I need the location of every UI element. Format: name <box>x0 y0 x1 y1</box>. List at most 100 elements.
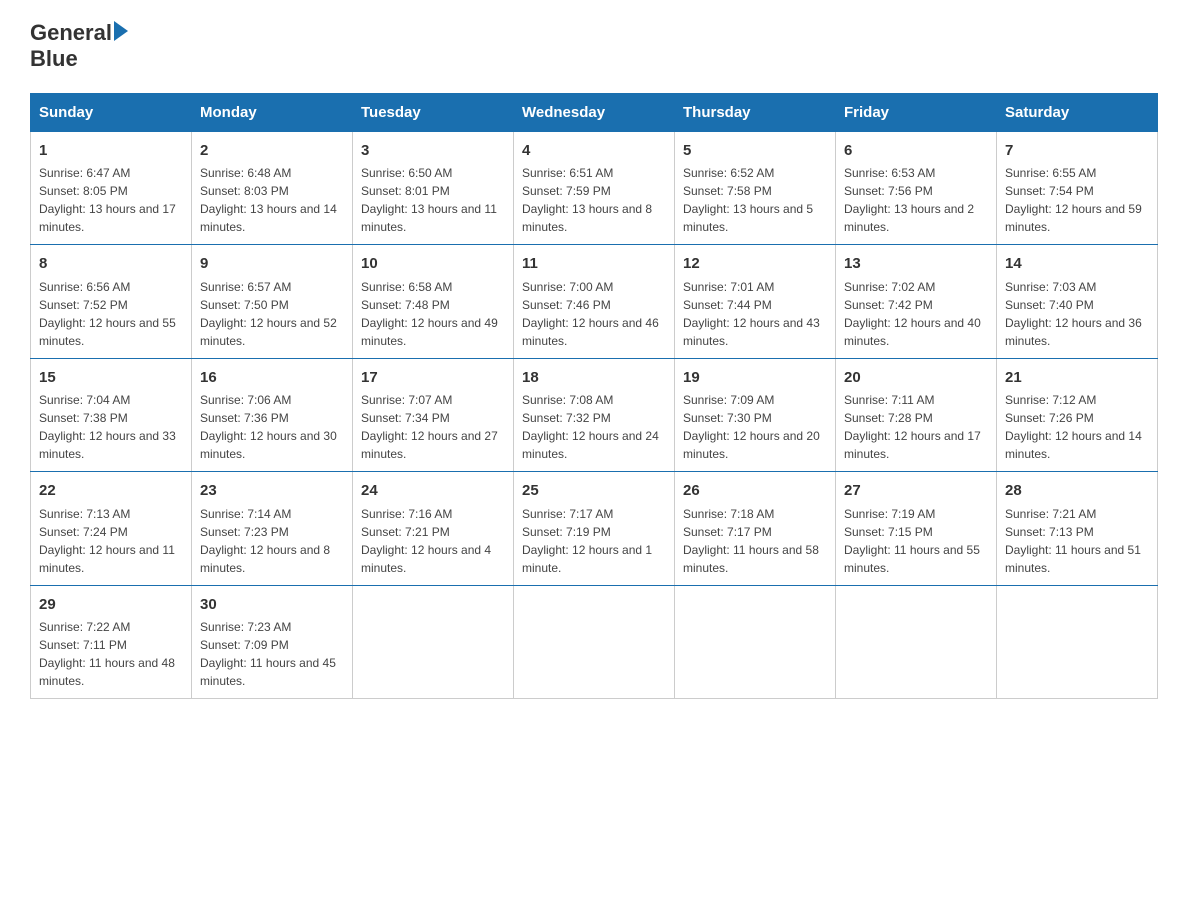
calendar-cell: 26Sunrise: 7:18 AMSunset: 7:17 PMDayligh… <box>675 472 836 586</box>
calendar-cell: 19Sunrise: 7:09 AMSunset: 7:30 PMDayligh… <box>675 358 836 472</box>
calendar-week-row: 22Sunrise: 7:13 AMSunset: 7:24 PMDayligh… <box>31 472 1158 586</box>
calendar-cell: 11Sunrise: 7:00 AMSunset: 7:46 PMDayligh… <box>514 245 675 359</box>
calendar-cell: 27Sunrise: 7:19 AMSunset: 7:15 PMDayligh… <box>836 472 997 586</box>
day-info: Sunrise: 7:08 AMSunset: 7:32 PMDaylight:… <box>522 391 666 463</box>
calendar-week-row: 8Sunrise: 6:56 AMSunset: 7:52 PMDaylight… <box>31 245 1158 359</box>
calendar-cell <box>675 585 836 699</box>
calendar-cell: 21Sunrise: 7:12 AMSunset: 7:26 PMDayligh… <box>997 358 1158 472</box>
day-number: 5 <box>683 140 827 163</box>
day-info: Sunrise: 7:14 AMSunset: 7:23 PMDaylight:… <box>200 505 344 577</box>
day-info: Sunrise: 6:55 AMSunset: 7:54 PMDaylight:… <box>1005 164 1149 236</box>
col-header-monday: Monday <box>192 93 353 131</box>
day-info: Sunrise: 7:11 AMSunset: 7:28 PMDaylight:… <box>844 391 988 463</box>
logo-text-general: General <box>30 20 112 46</box>
day-info: Sunrise: 7:02 AMSunset: 7:42 PMDaylight:… <box>844 278 988 350</box>
logo-text-blue: Blue <box>30 46 128 72</box>
page-header: General Blue <box>30 20 1158 73</box>
day-info: Sunrise: 6:56 AMSunset: 7:52 PMDaylight:… <box>39 278 183 350</box>
day-info: Sunrise: 7:21 AMSunset: 7:13 PMDaylight:… <box>1005 505 1149 577</box>
day-info: Sunrise: 7:04 AMSunset: 7:38 PMDaylight:… <box>39 391 183 463</box>
calendar-cell: 5Sunrise: 6:52 AMSunset: 7:58 PMDaylight… <box>675 131 836 245</box>
day-info: Sunrise: 7:23 AMSunset: 7:09 PMDaylight:… <box>200 618 344 690</box>
day-number: 2 <box>200 140 344 163</box>
day-info: Sunrise: 7:03 AMSunset: 7:40 PMDaylight:… <box>1005 278 1149 350</box>
day-info: Sunrise: 6:52 AMSunset: 7:58 PMDaylight:… <box>683 164 827 236</box>
day-number: 24 <box>361 480 505 503</box>
calendar-table: SundayMondayTuesdayWednesdayThursdayFrid… <box>30 93 1158 700</box>
calendar-cell: 8Sunrise: 6:56 AMSunset: 7:52 PMDaylight… <box>31 245 192 359</box>
day-number: 11 <box>522 253 666 276</box>
calendar-cell: 16Sunrise: 7:06 AMSunset: 7:36 PMDayligh… <box>192 358 353 472</box>
day-number: 10 <box>361 253 505 276</box>
day-number: 16 <box>200 367 344 390</box>
day-number: 8 <box>39 253 183 276</box>
calendar-cell: 15Sunrise: 7:04 AMSunset: 7:38 PMDayligh… <box>31 358 192 472</box>
day-number: 28 <box>1005 480 1149 503</box>
calendar-header-row: SundayMondayTuesdayWednesdayThursdayFrid… <box>31 93 1158 131</box>
day-info: Sunrise: 6:47 AMSunset: 8:05 PMDaylight:… <box>39 164 183 236</box>
calendar-cell: 7Sunrise: 6:55 AMSunset: 7:54 PMDaylight… <box>997 131 1158 245</box>
calendar-week-row: 1Sunrise: 6:47 AMSunset: 8:05 PMDaylight… <box>31 131 1158 245</box>
day-info: Sunrise: 7:16 AMSunset: 7:21 PMDaylight:… <box>361 505 505 577</box>
day-number: 3 <box>361 140 505 163</box>
calendar-cell: 14Sunrise: 7:03 AMSunset: 7:40 PMDayligh… <box>997 245 1158 359</box>
day-info: Sunrise: 6:58 AMSunset: 7:48 PMDaylight:… <box>361 278 505 350</box>
calendar-cell: 10Sunrise: 6:58 AMSunset: 7:48 PMDayligh… <box>353 245 514 359</box>
calendar-cell: 17Sunrise: 7:07 AMSunset: 7:34 PMDayligh… <box>353 358 514 472</box>
day-number: 30 <box>200 594 344 617</box>
day-number: 12 <box>683 253 827 276</box>
logo-arrow-icon <box>114 21 128 41</box>
calendar-cell: 29Sunrise: 7:22 AMSunset: 7:11 PMDayligh… <box>31 585 192 699</box>
calendar-cell: 20Sunrise: 7:11 AMSunset: 7:28 PMDayligh… <box>836 358 997 472</box>
calendar-cell: 2Sunrise: 6:48 AMSunset: 8:03 PMDaylight… <box>192 131 353 245</box>
logo: General Blue <box>30 20 128 73</box>
day-number: 14 <box>1005 253 1149 276</box>
day-info: Sunrise: 7:12 AMSunset: 7:26 PMDaylight:… <box>1005 391 1149 463</box>
calendar-cell: 13Sunrise: 7:02 AMSunset: 7:42 PMDayligh… <box>836 245 997 359</box>
calendar-cell: 22Sunrise: 7:13 AMSunset: 7:24 PMDayligh… <box>31 472 192 586</box>
calendar-cell <box>353 585 514 699</box>
day-number: 1 <box>39 140 183 163</box>
calendar-week-row: 29Sunrise: 7:22 AMSunset: 7:11 PMDayligh… <box>31 585 1158 699</box>
day-info: Sunrise: 6:57 AMSunset: 7:50 PMDaylight:… <box>200 278 344 350</box>
day-number: 21 <box>1005 367 1149 390</box>
day-number: 26 <box>683 480 827 503</box>
calendar-cell: 24Sunrise: 7:16 AMSunset: 7:21 PMDayligh… <box>353 472 514 586</box>
calendar-cell: 23Sunrise: 7:14 AMSunset: 7:23 PMDayligh… <box>192 472 353 586</box>
day-number: 20 <box>844 367 988 390</box>
day-number: 22 <box>39 480 183 503</box>
day-info: Sunrise: 7:06 AMSunset: 7:36 PMDaylight:… <box>200 391 344 463</box>
day-number: 27 <box>844 480 988 503</box>
calendar-cell: 28Sunrise: 7:21 AMSunset: 7:13 PMDayligh… <box>997 472 1158 586</box>
day-number: 23 <box>200 480 344 503</box>
calendar-cell <box>997 585 1158 699</box>
day-info: Sunrise: 6:48 AMSunset: 8:03 PMDaylight:… <box>200 164 344 236</box>
day-info: Sunrise: 6:53 AMSunset: 7:56 PMDaylight:… <box>844 164 988 236</box>
day-info: Sunrise: 7:09 AMSunset: 7:30 PMDaylight:… <box>683 391 827 463</box>
day-info: Sunrise: 6:51 AMSunset: 7:59 PMDaylight:… <box>522 164 666 236</box>
day-info: Sunrise: 7:17 AMSunset: 7:19 PMDaylight:… <box>522 505 666 577</box>
day-info: Sunrise: 7:00 AMSunset: 7:46 PMDaylight:… <box>522 278 666 350</box>
calendar-week-row: 15Sunrise: 7:04 AMSunset: 7:38 PMDayligh… <box>31 358 1158 472</box>
col-header-wednesday: Wednesday <box>514 93 675 131</box>
calendar-cell: 3Sunrise: 6:50 AMSunset: 8:01 PMDaylight… <box>353 131 514 245</box>
calendar-cell: 4Sunrise: 6:51 AMSunset: 7:59 PMDaylight… <box>514 131 675 245</box>
day-number: 4 <box>522 140 666 163</box>
calendar-cell: 9Sunrise: 6:57 AMSunset: 7:50 PMDaylight… <box>192 245 353 359</box>
day-info: Sunrise: 7:19 AMSunset: 7:15 PMDaylight:… <box>844 505 988 577</box>
day-info: Sunrise: 7:22 AMSunset: 7:11 PMDaylight:… <box>39 618 183 690</box>
day-info: Sunrise: 7:13 AMSunset: 7:24 PMDaylight:… <box>39 505 183 577</box>
calendar-cell <box>514 585 675 699</box>
col-header-sunday: Sunday <box>31 93 192 131</box>
day-number: 19 <box>683 367 827 390</box>
calendar-cell: 12Sunrise: 7:01 AMSunset: 7:44 PMDayligh… <box>675 245 836 359</box>
day-number: 9 <box>200 253 344 276</box>
calendar-cell <box>836 585 997 699</box>
day-number: 7 <box>1005 140 1149 163</box>
calendar-cell: 6Sunrise: 6:53 AMSunset: 7:56 PMDaylight… <box>836 131 997 245</box>
col-header-tuesday: Tuesday <box>353 93 514 131</box>
calendar-cell: 25Sunrise: 7:17 AMSunset: 7:19 PMDayligh… <box>514 472 675 586</box>
col-header-friday: Friday <box>836 93 997 131</box>
day-number: 13 <box>844 253 988 276</box>
col-header-thursday: Thursday <box>675 93 836 131</box>
